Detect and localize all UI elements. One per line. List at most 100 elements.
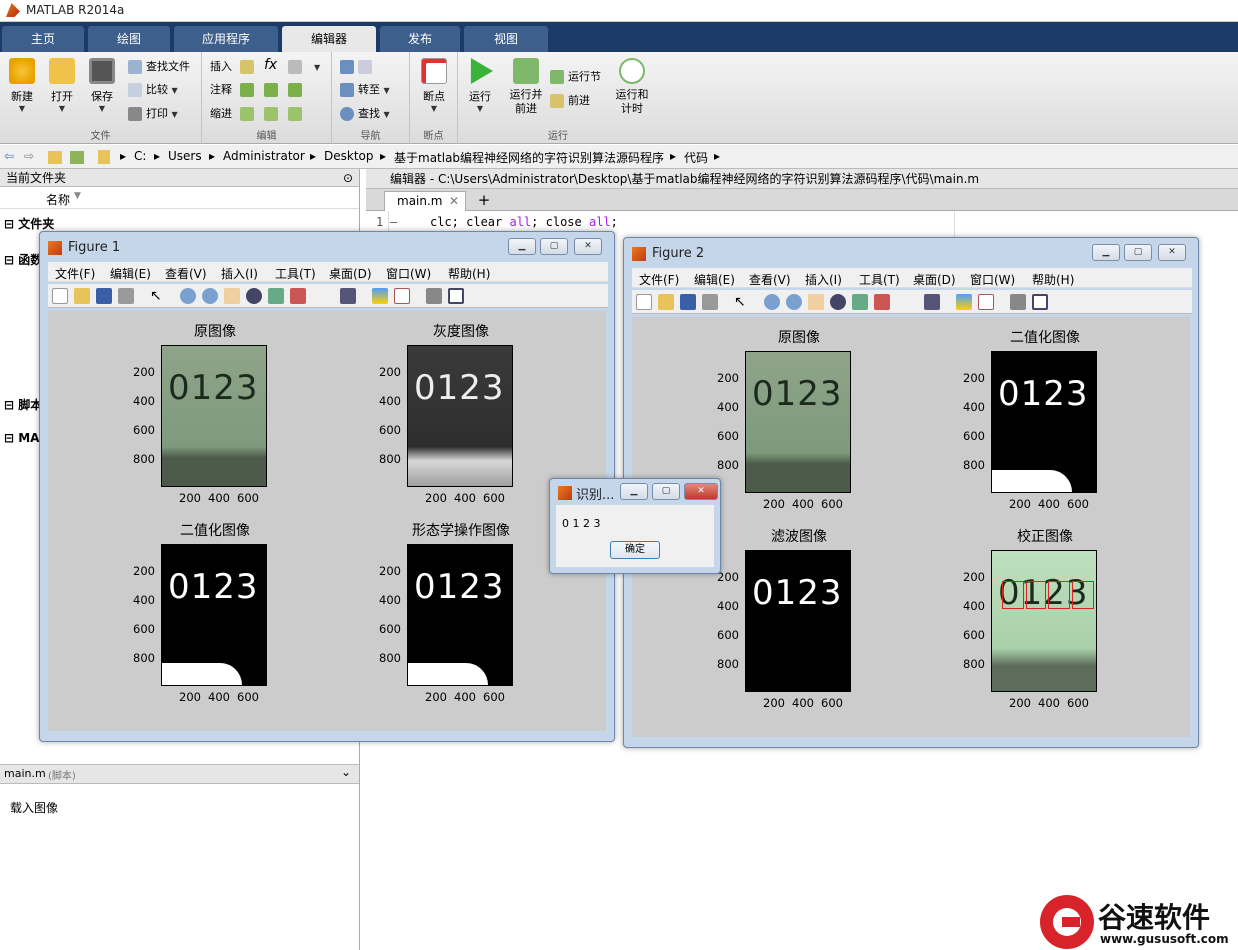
maximize-button[interactable]: ▢: [652, 483, 680, 500]
tab-plots[interactable]: 绘图: [88, 26, 170, 52]
editor-tab-main[interactable]: main.m ✕: [384, 191, 466, 211]
save-button[interactable]: 保存 ▼: [82, 58, 122, 113]
tab-apps[interactable]: 应用程序: [174, 26, 278, 52]
colorbar-icon[interactable]: [956, 294, 972, 310]
insert-function-icon[interactable]: [288, 58, 306, 76]
function-group[interactable]: ⊟ 函数: [4, 251, 42, 268]
menu-window[interactable]: 窗口(W): [386, 265, 431, 282]
maximize-button[interactable]: ▢: [540, 238, 568, 255]
print-figure-icon[interactable]: [702, 294, 718, 310]
menu-view[interactable]: 查看(V): [749, 271, 791, 288]
rotate-3d-icon[interactable]: [246, 288, 262, 304]
close-tab-icon[interactable]: ✕: [449, 192, 459, 210]
mat-group[interactable]: ⊟ MA: [4, 431, 39, 445]
menu-edit[interactable]: 编辑(E): [110, 265, 151, 282]
advance-button[interactable]: 前进: [550, 92, 590, 110]
new-button[interactable]: 新建 ▼: [2, 58, 42, 113]
zoom-in-icon[interactable]: [764, 294, 780, 310]
data-cursor-icon[interactable]: [268, 288, 284, 304]
maximize-button[interactable]: ▢: [1124, 244, 1152, 261]
run-and-time-button[interactable]: 运行和 计时: [610, 58, 654, 116]
comment-remove-icon[interactable]: [264, 81, 282, 99]
column-name[interactable]: 名称: [46, 191, 70, 208]
show-plot-tools-icon[interactable]: [448, 288, 464, 304]
crumb-desktop[interactable]: Desktop: [324, 149, 374, 163]
insert-dropdown-icon[interactable]: ▼: [314, 58, 320, 76]
legend-icon[interactable]: [394, 288, 410, 304]
menu-help[interactable]: 帮助(H): [1032, 271, 1074, 288]
minimize-button[interactable]: ▁: [508, 238, 536, 255]
crumb-project[interactable]: 基于matlab编程神经网络的字符识别算法源码程序: [394, 149, 664, 166]
menu-view[interactable]: 查看(V): [165, 265, 207, 282]
pointer-icon[interactable]: ↖: [734, 294, 750, 310]
decrease-indent-icon[interactable]: [288, 105, 306, 123]
forward-arrow-icon[interactable]: ⇨: [24, 149, 34, 163]
run-button[interactable]: 运行 ▼: [460, 58, 500, 113]
pan-hand-icon[interactable]: [224, 288, 240, 304]
crumb-users[interactable]: Users: [168, 149, 202, 163]
legend-icon[interactable]: [978, 294, 994, 310]
indent-button[interactable]: 缩进: [210, 105, 232, 123]
close-button[interactable]: ✕: [684, 483, 718, 500]
crumb-c[interactable]: C:: [134, 149, 146, 163]
zoom-in-icon[interactable]: [180, 288, 196, 304]
find-files-button[interactable]: 查找文件: [128, 58, 190, 76]
back-arrow-icon[interactable]: ⇦: [4, 149, 14, 163]
goto-button[interactable]: 转至 ▼: [340, 81, 390, 99]
tab-publish[interactable]: 发布: [380, 26, 460, 52]
menu-file[interactable]: 文件(F): [55, 265, 95, 282]
insert-button[interactable]: 插入: [210, 58, 232, 76]
zoom-out-icon[interactable]: [202, 288, 218, 304]
crumb-administrator[interactable]: Administrator: [223, 149, 305, 163]
menu-edit[interactable]: 编辑(E): [694, 271, 735, 288]
insert-section-icon[interactable]: [240, 58, 258, 76]
close-button[interactable]: ✕: [574, 238, 602, 255]
find-button[interactable]: 查找 ▼: [340, 105, 390, 123]
link-plot-icon[interactable]: [924, 294, 940, 310]
open-file-icon[interactable]: [74, 288, 90, 304]
folder-group[interactable]: ⊟ 文件夹: [4, 215, 54, 232]
brush-icon[interactable]: [290, 288, 306, 304]
menu-desktop[interactable]: 桌面(D): [329, 265, 372, 282]
run-section-button[interactable]: 运行节: [550, 68, 601, 86]
breakpoints-button[interactable]: 断点 ▼: [414, 58, 454, 113]
hide-plot-tools-icon[interactable]: [426, 288, 442, 304]
increase-indent-icon[interactable]: [264, 105, 282, 123]
new-tab-button[interactable]: +: [472, 191, 496, 211]
show-plot-tools-icon[interactable]: [1032, 294, 1048, 310]
save-figure-icon[interactable]: [96, 288, 112, 304]
smart-indent-icon[interactable]: [240, 105, 258, 123]
tab-home[interactable]: 主页: [2, 26, 84, 52]
comment-add-icon[interactable]: [240, 81, 258, 99]
print-figure-icon[interactable]: [118, 288, 134, 304]
menu-insert[interactable]: 插入(I): [221, 265, 258, 282]
save-figure-icon[interactable]: [680, 294, 696, 310]
data-cursor-icon[interactable]: [852, 294, 868, 310]
tab-view[interactable]: 视图: [464, 26, 548, 52]
menu-tools[interactable]: 工具(T): [859, 271, 900, 288]
browse-folder-icon[interactable]: [70, 151, 84, 164]
minimize-button[interactable]: ▁: [1092, 244, 1120, 261]
back-forward-icons[interactable]: [340, 58, 376, 76]
rotate-3d-icon[interactable]: [830, 294, 846, 310]
menu-window[interactable]: 窗口(W): [970, 271, 1015, 288]
up-folder-icon[interactable]: [48, 151, 62, 164]
new-figure-icon[interactable]: [636, 294, 652, 310]
close-button[interactable]: ✕: [1158, 244, 1186, 261]
minimize-button[interactable]: ▁: [620, 483, 648, 500]
script-group[interactable]: ⊟ 脚本: [4, 396, 42, 413]
panel-menu-icon[interactable]: ⊙: [343, 169, 353, 187]
pan-hand-icon[interactable]: [808, 294, 824, 310]
compare-button[interactable]: 比较 ▼: [128, 81, 178, 99]
fx-button[interactable]: fx: [264, 56, 277, 74]
comment-button[interactable]: 注释: [210, 81, 232, 99]
sort-arrow-icon[interactable]: ▼: [74, 191, 81, 201]
menu-file[interactable]: 文件(F): [639, 271, 679, 288]
hide-plot-tools-icon[interactable]: [1010, 294, 1026, 310]
run-advance-button[interactable]: 运行并 前进: [502, 58, 550, 116]
collapse-chevron-icon[interactable]: ⌄: [341, 765, 351, 779]
menu-help[interactable]: 帮助(H): [448, 265, 490, 282]
tab-editor[interactable]: 编辑器: [282, 26, 376, 52]
pointer-icon[interactable]: ↖: [150, 288, 166, 304]
menu-tools[interactable]: 工具(T): [275, 265, 316, 282]
